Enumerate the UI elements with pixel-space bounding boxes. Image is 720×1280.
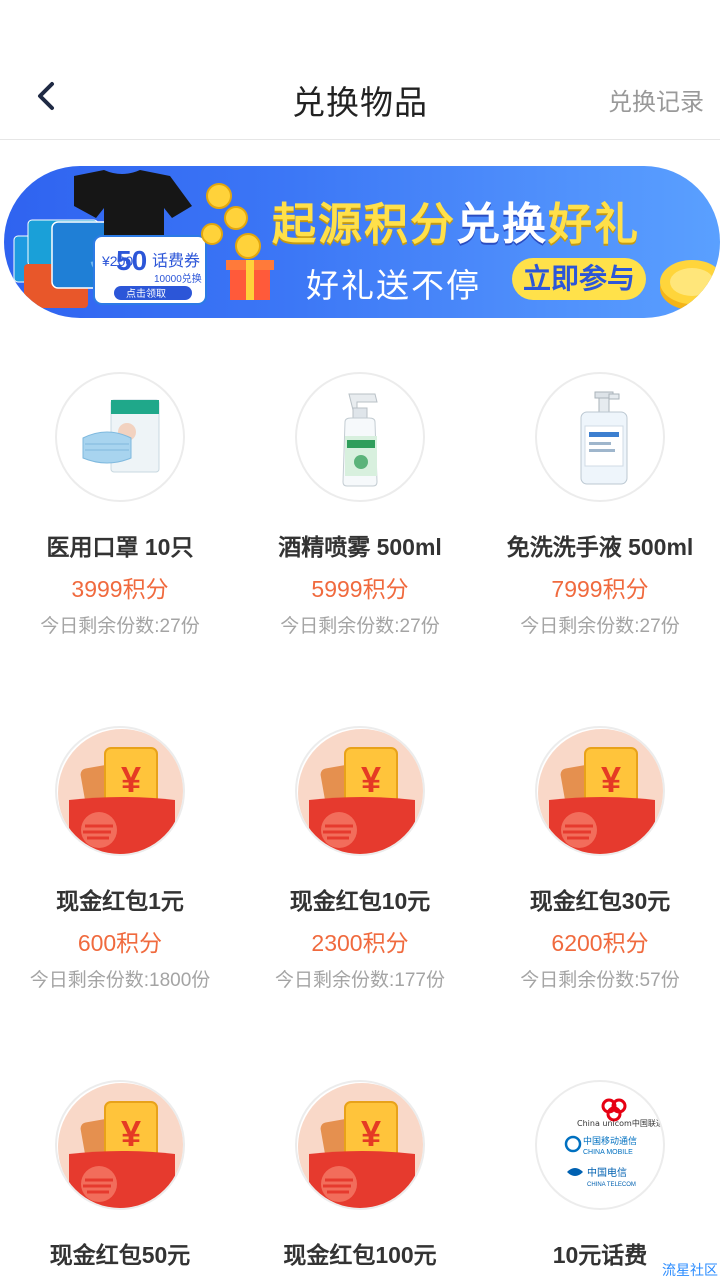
svg-text:CHINA TELECOM: CHINA TELECOM (587, 1182, 636, 1188)
svg-text:中国电信: 中国电信 (587, 1166, 627, 1179)
red-packet-icon: ¥ (298, 729, 423, 854)
item-card-mask[interactable]: 医用口罩 10只 3999积分 今日剩余份数:27份 (0, 372, 240, 640)
coin-icon (660, 260, 720, 310)
item-price: 3999积分 (71, 576, 169, 602)
item-thumbnail (295, 372, 425, 502)
item-thumbnail: ¥ (295, 1080, 425, 1210)
svg-text:¥: ¥ (121, 759, 141, 800)
join-now-button[interactable]: 立即参与 (512, 258, 646, 300)
status-bar (0, 0, 720, 52)
item-stock: 今日剩余份数:27份 (520, 616, 680, 637)
item-thumbnail: ¥ (55, 726, 185, 856)
svg-text:¥: ¥ (361, 759, 381, 800)
item-card-cash-100[interactable]: ¥ 现金红包100元 (240, 1080, 480, 1270)
item-name: 现金红包10元 (289, 888, 431, 914)
carrier-logos-icon: China unicom中国联通 中国移动通信 CHINA MOBILE 中国电… (564, 1098, 664, 1188)
item-card-cash-10[interactable]: ¥ 现金红包10元 2300积分 今日剩余份数:177份 (240, 726, 480, 994)
item-price: 2300积分 (311, 930, 409, 956)
svg-text:点击领取: 点击领取 (126, 287, 166, 300)
watermark: 流星社区 (662, 1262, 718, 1278)
svg-text:中国移动通信: 中国移动通信 (583, 1135, 637, 1147)
red-packet-icon: ¥ (538, 729, 663, 854)
item-name: 医用口罩 10只 (46, 534, 194, 560)
item-stock: 今日剩余份数:27份 (40, 616, 200, 637)
item-stock: 今日剩余份数:27份 (280, 616, 440, 637)
svg-text:¥: ¥ (361, 1113, 381, 1154)
svg-text:¥: ¥ (601, 759, 621, 800)
item-stock: 今日剩余份数:177份 (275, 970, 445, 991)
item-price: 600积分 (77, 930, 163, 956)
item-name: 现金红包1元 (56, 888, 184, 914)
item-name: 现金红包30元 (529, 888, 671, 914)
item-stock: 今日剩余份数:57份 (520, 970, 680, 991)
svg-text:50: 50 (116, 245, 147, 276)
item-price: 7999积分 (551, 576, 649, 602)
item-name: 免洗洗手液 500ml (506, 534, 694, 560)
item-card-hand-sanitizer[interactable]: 免洗洗手液 500ml 7999积分 今日剩余份数:27份 (480, 372, 720, 640)
app-header: 兑换物品 兑换记录 (0, 52, 720, 140)
item-thumbnail: ¥ (55, 1080, 185, 1210)
mask-icon (82, 399, 160, 473)
item-card-cash-30[interactable]: ¥ 现金红包30元 6200积分 今日剩余份数:57份 (480, 726, 720, 994)
spray-bottle-icon (342, 393, 378, 487)
svg-text:10000兑换: 10000兑换 (154, 272, 202, 285)
item-card-alcohol-spray[interactable]: 酒精喷雾 500ml 5999积分 今日剩余份数:27份 (240, 372, 480, 640)
svg-text:CHINA MOBILE: CHINA MOBILE (583, 1149, 633, 1156)
red-packet-icon: ¥ (58, 1083, 183, 1208)
hand-sanitizer-icon (580, 391, 628, 485)
banner-illustration: JD ¥200 50 话费券 10000兑换 点击领取 (13, 170, 274, 308)
item-name: 酒精喷雾 500ml (278, 534, 442, 560)
item-price: 6200积分 (551, 930, 649, 956)
item-card-cash-50[interactable]: ¥ 现金红包50元 (0, 1080, 240, 1270)
item-thumbnail: ¥ (295, 726, 425, 856)
item-thumbnail (535, 372, 665, 502)
exchange-history-link[interactable]: 兑换记录 (608, 82, 704, 117)
promo-banner[interactable]: JD ¥200 50 话费券 10000兑换 点击领取 起源积分兑换好礼 好礼送… (4, 166, 720, 318)
item-name: 现金红包50元 (49, 1242, 191, 1268)
svg-text:¥: ¥ (121, 1113, 141, 1154)
banner-subtitle: 好礼送不停 (306, 267, 481, 304)
red-packet-icon: ¥ (298, 1083, 423, 1208)
item-thumbnail (55, 372, 185, 502)
item-card-cash-1[interactable]: ¥ 现金红包1元 600积分 今日剩余份数:1800份 (0, 726, 240, 994)
item-thumbnail: China unicom中国联通 中国移动通信 CHINA MOBILE 中国电… (535, 1080, 665, 1210)
svg-text:China unicom中国联通: China unicom中国联通 (577, 1118, 664, 1128)
banner-title: 起源积分兑换好礼 (272, 200, 640, 249)
svg-text:话费券: 话费券 (152, 251, 200, 270)
item-stock: 今日剩余份数:1800份 (29, 970, 211, 991)
item-thumbnail: ¥ (535, 726, 665, 856)
item-name: 现金红包100元 (283, 1242, 437, 1268)
red-packet-icon: ¥ (58, 729, 183, 854)
item-price: 5999积分 (311, 576, 409, 602)
item-card-phone-credit[interactable]: China unicom中国联通 中国移动通信 CHINA MOBILE 中国电… (480, 1080, 720, 1270)
